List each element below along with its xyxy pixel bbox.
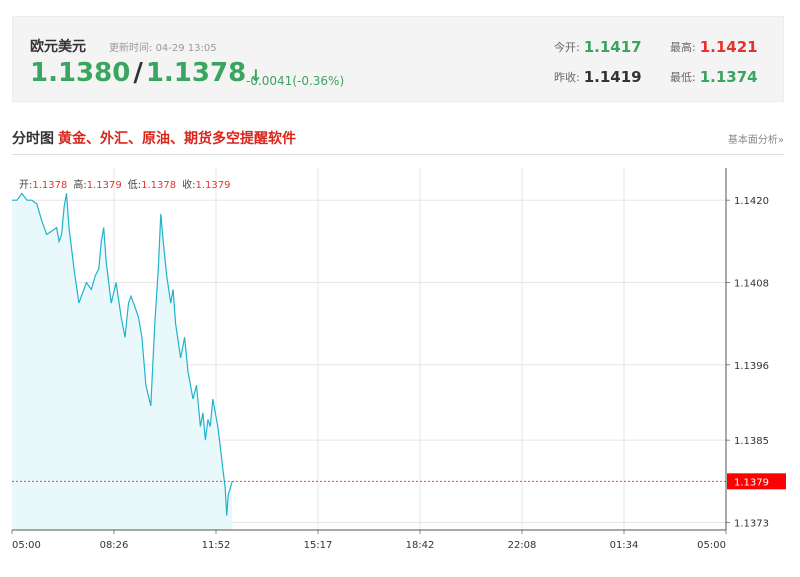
prev-close-stat: 昨收: 1.1419: [554, 68, 642, 86]
current-price-tag-label: 1.1379: [734, 477, 769, 488]
open-value: 1.1417: [583, 38, 642, 56]
ohlc-high-label: 高:: [73, 180, 87, 191]
ohlc-close-label: 收:: [182, 180, 196, 191]
ohlc-bar: 开:1.1378 高:1.1379 低:1.1378 收:1.1379: [19, 176, 231, 191]
y-tick-label: 1.1373: [734, 518, 769, 529]
low-stat: 最低: 1.1374: [670, 68, 758, 86]
fundamental-analysis-link[interactable]: 基本面分析»: [728, 131, 784, 146]
prev-close-label: 昨收:: [554, 71, 580, 84]
x-tick-label: 05:00: [697, 540, 726, 551]
promo-link[interactable]: 黄金、外汇、原油、期货多空提醒软件: [54, 131, 296, 147]
update-time-value: 04-29 13:05: [155, 43, 217, 54]
quote-panel: 欧元美元 更新时间: 04-29 13:05 1.1380/1.1378 ↓ -0…: [12, 16, 784, 102]
intraday-chart[interactable]: 1.1420 1.1408 1.1396 1.1385 1.1373 05:00 08:2…: [0, 160, 800, 560]
update-time-label: 更新时间:: [109, 43, 153, 54]
low-value: 1.1374: [699, 68, 758, 86]
open-stat: 今开: 1.1417: [554, 38, 642, 56]
x-tick-label: 15:17: [304, 540, 333, 551]
high-label: 最高:: [670, 41, 696, 54]
low-label: 最低:: [670, 71, 696, 84]
ohlc-low-label: 低:: [127, 180, 142, 191]
y-tick-label: 1.1408: [734, 278, 769, 289]
ohlc-close-value: 1.1379: [195, 180, 231, 191]
chart-tab-title[interactable]: 分时图: [12, 131, 54, 147]
price-separator: /: [133, 58, 143, 88]
x-tick-label: 08:26: [100, 540, 129, 551]
x-tick-label: 11:52: [202, 540, 231, 551]
x-tick-label: 05:00: [12, 540, 41, 551]
update-time: 更新时间: 04-29 13:05: [109, 39, 217, 54]
price-change: -0.0041(-0.36%): [246, 74, 345, 88]
x-tick-label: 22:08: [508, 540, 537, 551]
y-tick-label: 1.1385: [734, 436, 769, 447]
price-row: 1.1380/1.1378 ↓: [30, 58, 263, 88]
y-tick-label: 1.1420: [734, 196, 769, 207]
pair-name: 欧元美元: [30, 39, 86, 55]
ohlc-low-value: 1.1378: [141, 180, 177, 191]
ohlc-open-value: 1.1378: [32, 180, 68, 191]
high-stat: 最高: 1.1421: [670, 38, 758, 56]
high-value: 1.1421: [699, 38, 758, 56]
x-tick-label: 18:42: [406, 540, 435, 551]
section-divider: [12, 154, 784, 155]
open-label: 今开:: [554, 41, 580, 54]
x-axis-labels: 05:00 08:26 11:52 15:17 18:42 22:08 01:34 05:00: [12, 540, 726, 551]
price-area-fill: [12, 193, 233, 530]
x-tick-label: 01:34: [610, 540, 639, 551]
bid-price: 1.1380: [30, 58, 131, 88]
prev-close-value: 1.1419: [583, 68, 642, 86]
ohlc-high-value: 1.1379: [86, 180, 122, 191]
ohlc-open-label: 开:: [19, 180, 33, 191]
y-tick-label: 1.1396: [734, 361, 769, 372]
section-title: 分时图 黄金、外汇、原油、期货多空提醒软件: [12, 128, 296, 148]
ask-price: 1.1378: [145, 58, 247, 88]
